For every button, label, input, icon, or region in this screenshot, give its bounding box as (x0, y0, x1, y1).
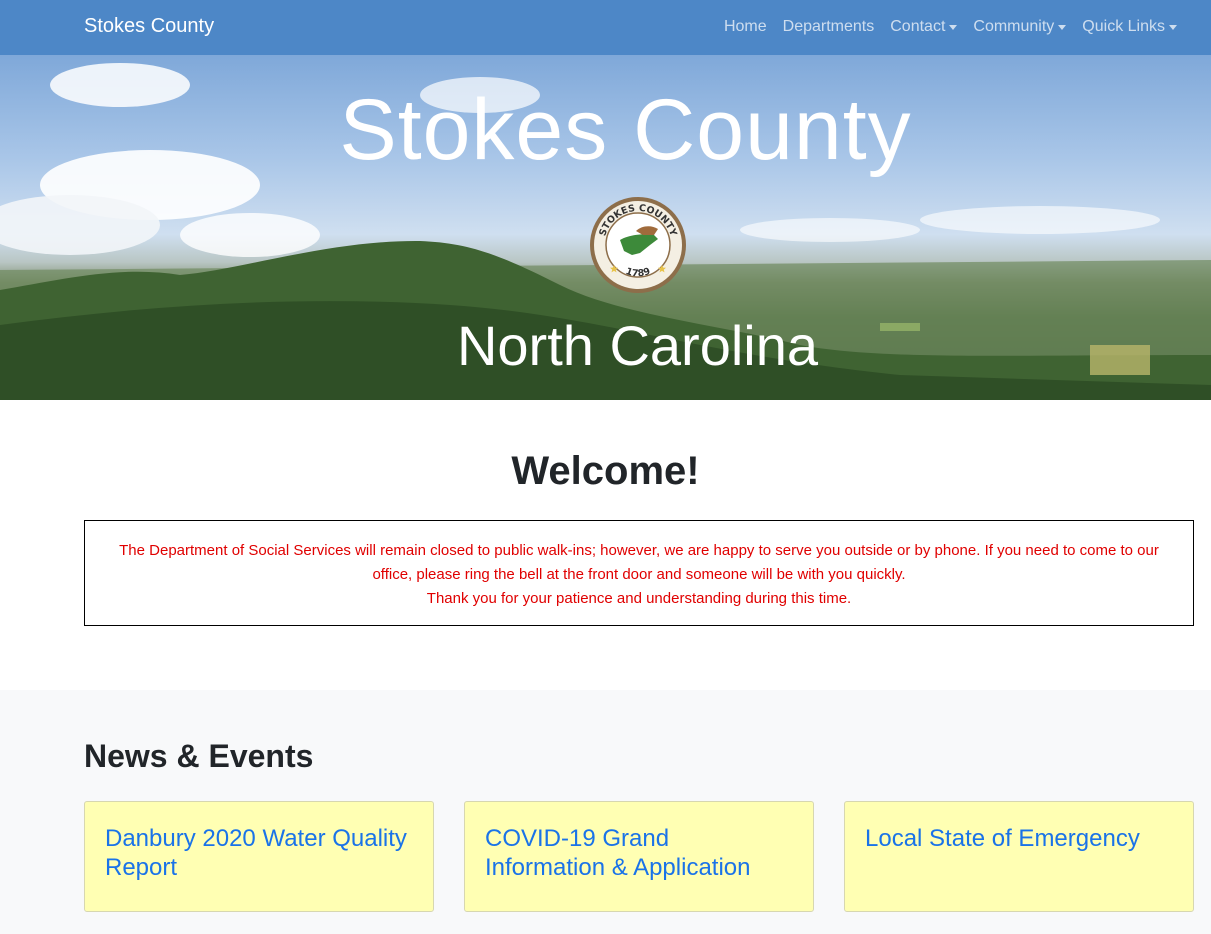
nav-contact-dropdown[interactable]: Contact (882, 18, 965, 36)
hero-banner: Stokes County STOKES COUNTY 1789 North C… (0, 55, 1211, 400)
nav-community-label: Community (973, 18, 1055, 35)
news-card-link-water-report[interactable]: Danbury 2020 Water Quality Report (105, 824, 413, 882)
nav-menu: Home Departments Contact Community Quick… (716, 18, 1185, 36)
caret-down-icon (1169, 24, 1177, 30)
caret-down-icon (949, 24, 958, 30)
caret-down-icon (1058, 24, 1067, 30)
news-card: COVID-19 Grand Information & Application (464, 801, 814, 912)
news-card-link-covid-grant[interactable]: COVID-19 Grand Information & Application (485, 824, 793, 882)
news-card: Local State of Emergency (844, 801, 1194, 912)
hero-title: Stokes County (339, 82, 912, 178)
top-navbar: Stokes County Home Departments Contact C… (0, 0, 1211, 55)
hero-subtitle: North Carolina (456, 314, 819, 377)
nav-quick-links-label: Quick Links (1082, 18, 1165, 35)
nav-departments-label: Departments (782, 18, 875, 35)
nav-quick-links-dropdown[interactable]: Quick Links (1074, 18, 1185, 36)
nav-home[interactable]: Home (716, 18, 775, 36)
nav-contact-label: Contact (890, 18, 946, 35)
notice-box: The Department of Social Services will r… (84, 520, 1194, 626)
brand-link[interactable]: Stokes County (84, 15, 214, 38)
news-title: News & Events (84, 738, 314, 774)
nav-departments[interactable]: Departments (775, 18, 883, 36)
welcome-heading: Welcome! (511, 449, 700, 493)
county-seal-logo: STOKES COUNTY 1789 (590, 197, 686, 293)
notice-thanks: Thank you for your patience and understa… (426, 590, 852, 607)
news-card: Danbury 2020 Water Quality Report (84, 801, 434, 912)
notice-text: The Department of Social Services will r… (119, 542, 1159, 583)
nav-home-label: Home (723, 18, 767, 35)
news-events-section: News & Events Danbury 2020 Water Quality… (0, 690, 1211, 934)
news-card-link-state-of-emergency[interactable]: Local State of Emergency (865, 824, 1173, 853)
nav-community-dropdown[interactable]: Community (965, 18, 1074, 36)
